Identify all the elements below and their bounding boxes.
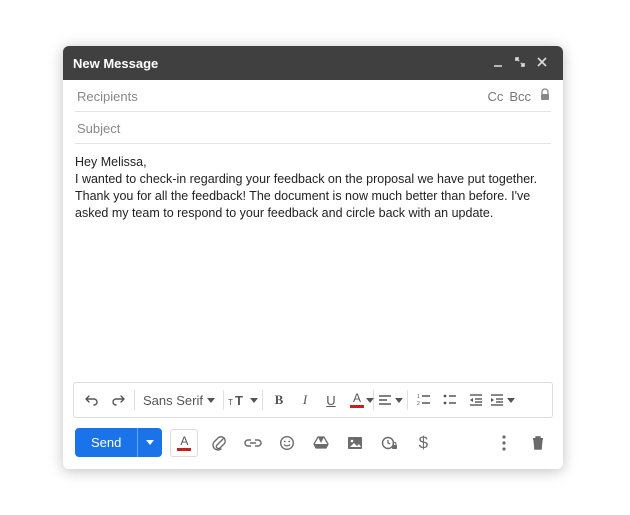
chevron-down-icon [366,398,374,403]
chevron-down-icon [146,440,154,445]
bulleted-list-button[interactable] [438,387,462,413]
formatting-options-button[interactable]: A [170,429,198,457]
trash-icon [531,435,545,451]
bold-button[interactable]: B [267,387,291,413]
send-options-button[interactable] [137,428,162,457]
bottom-toolbar: Send A $ [63,418,563,469]
redo-icon [110,393,126,407]
expand-icon [514,56,526,68]
send-button-group: Send [75,428,162,457]
formatting-toolbar: Sans Serif TT B I U A 12 [73,382,553,418]
link-icon [244,438,262,448]
window-title: New Message [73,56,158,71]
undo-button[interactable] [80,387,104,413]
chevron-down-icon [207,398,215,403]
discard-draft-button[interactable] [525,430,551,456]
bcc-button[interactable]: Bcc [509,89,531,104]
insert-photo-button[interactable] [342,430,368,456]
underline-button[interactable]: U [319,387,343,413]
font-family-label: Sans Serif [143,393,203,408]
more-vertical-icon [502,435,506,451]
svg-text:2: 2 [417,401,420,406]
lock-icon [539,88,551,105]
text-color-button[interactable]: A [345,387,369,413]
svg-text:T: T [228,398,233,407]
drive-icon [313,436,329,450]
indent-less-button[interactable] [464,387,488,413]
indent-less-icon [469,394,483,406]
indent-more-button[interactable] [490,387,515,413]
chevron-down-icon [250,398,258,403]
paperclip-icon [211,434,227,452]
insert-link-button[interactable] [240,430,266,456]
numbered-list-button[interactable]: 12 [412,387,436,413]
undo-icon [84,393,100,407]
cc-button[interactable]: Cc [487,89,503,104]
numbered-list-icon: 12 [417,394,431,406]
align-button[interactable] [378,387,403,413]
close-button[interactable] [531,55,553,71]
subject-row [63,112,563,143]
svg-text:T: T [235,393,243,407]
titlebar: New Message [63,46,563,80]
italic-button[interactable]: I [293,387,317,413]
redo-button[interactable] [106,387,130,413]
font-size-icon: TT [228,393,248,407]
more-options-button[interactable] [491,430,517,456]
attach-button[interactable] [206,430,232,456]
text-color-swatch [350,405,364,408]
fullscreen-button[interactable] [509,55,531,71]
confidential-mode-button[interactable] [376,430,402,456]
minimize-icon [492,56,504,68]
svg-text:1: 1 [417,394,420,400]
clock-lock-icon [381,435,398,451]
align-icon [378,394,392,406]
image-icon [347,436,363,450]
chevron-down-icon [507,398,515,403]
compose-window: New Message Cc Bcc Hey Melissa, I wanted… [63,46,563,469]
send-button[interactable]: Send [75,428,137,457]
message-body[interactable]: Hey Melissa, I wanted to check-in regard… [63,144,563,376]
recipients-row: Cc Bcc [63,80,563,111]
indent-more-icon [490,394,504,406]
insert-drive-button[interactable] [308,430,334,456]
text-color-a-icon: A [353,392,361,404]
insert-emoji-button[interactable] [274,430,300,456]
chevron-down-icon [395,398,403,403]
recipients-input[interactable] [75,88,481,105]
font-size-button[interactable]: TT [228,387,258,413]
insert-money-button[interactable]: $ [410,430,436,456]
subject-input[interactable] [75,120,551,137]
bulleted-list-icon [443,394,457,406]
minimize-button[interactable] [487,55,509,71]
send-label: Send [91,435,121,450]
emoji-icon [279,435,295,451]
close-icon [536,56,548,68]
font-family-select[interactable]: Sans Serif [139,387,219,413]
formatting-a-icon: A [177,435,191,451]
